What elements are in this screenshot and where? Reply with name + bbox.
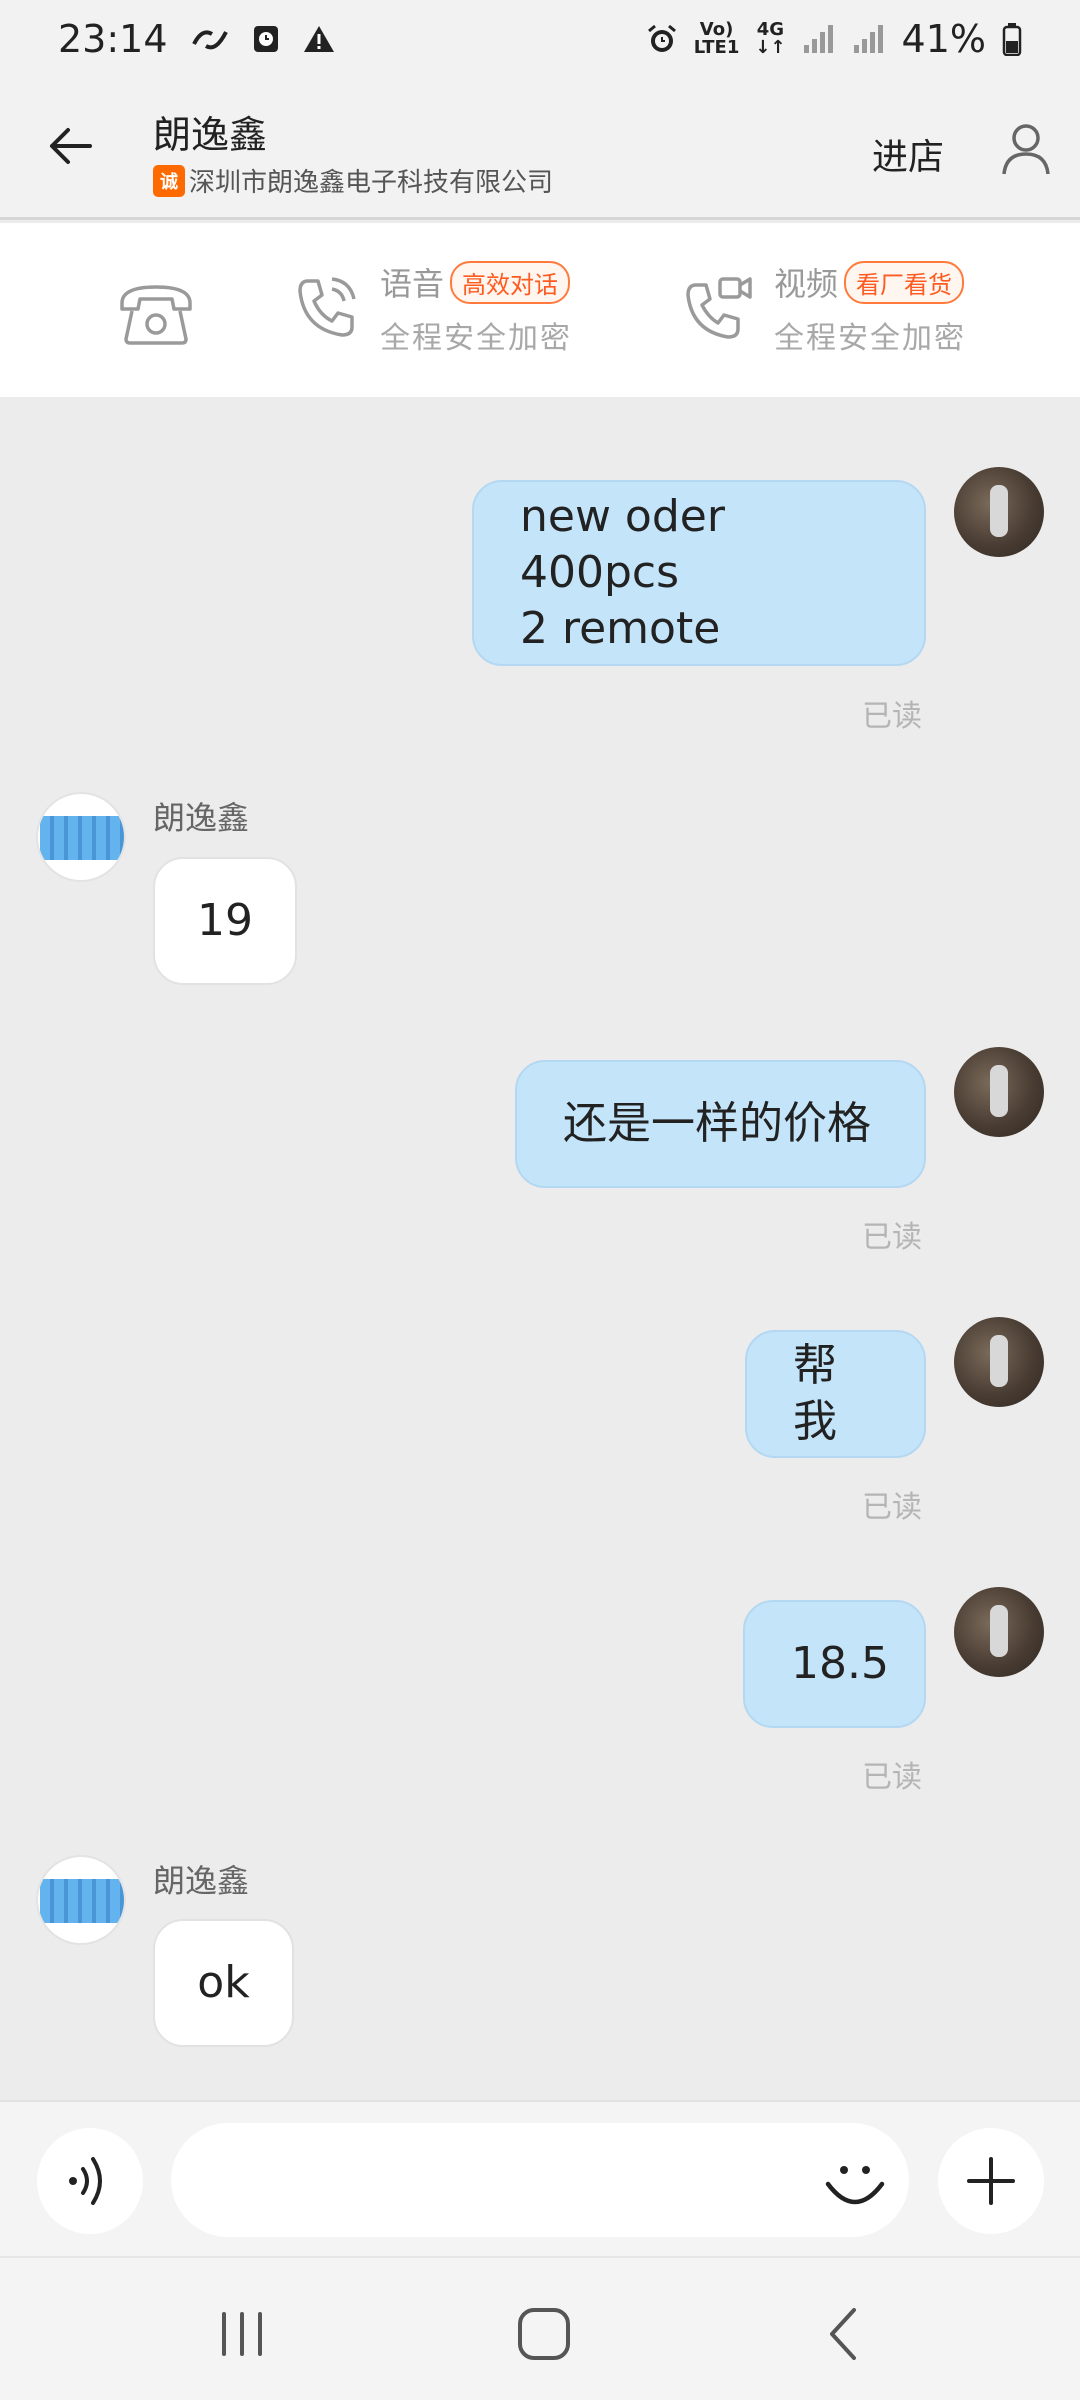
my-avatar[interactable] — [954, 467, 1044, 557]
trust-badge-icon: 诚 — [153, 164, 185, 197]
alarm-icon — [647, 24, 676, 52]
message-text: new oder 400pcs — [520, 491, 725, 598]
voice-input-button[interactable] — [37, 2128, 143, 2234]
back-arrow-icon[interactable] — [40, 116, 100, 176]
message-text: 19 — [197, 895, 253, 946]
voice-call-icon — [298, 277, 356, 337]
warning-icon — [303, 26, 334, 52]
shop-avatar[interactable] — [36, 792, 126, 882]
chat-message-list[interactable]: new oder 400pcs 2 remote 已读 朗逸鑫 19 还是一样的… — [0, 397, 1080, 2097]
shop-avatar[interactable] — [36, 1855, 126, 1945]
read-receipt: 已读 — [862, 1220, 922, 1255]
telephone-icon[interactable] — [116, 281, 196, 347]
read-receipt: 已读 — [862, 1490, 922, 1525]
voice-call-line: 语音 高效对话 — [380, 259, 572, 305]
plus-icon — [967, 2157, 1015, 2205]
clock-app-icon — [253, 26, 278, 52]
chat-header: 朗逸鑫 诚 深圳市朗逸鑫电子科技有限公司 进店 — [0, 78, 1080, 220]
video-call-sub: 全程安全加密 — [774, 321, 966, 356]
message-text: 18.5 — [791, 1638, 889, 1689]
my-avatar[interactable] — [954, 1047, 1044, 1137]
message-bubble-incoming[interactable]: 19 — [153, 857, 297, 985]
message-bubble-outgoing[interactable]: 帮我 — [745, 1330, 926, 1458]
video-call-label: 视频 — [774, 265, 839, 303]
lte-icon: Vo) LTE1 — [694, 21, 740, 57]
status-left: 23:14 — [58, 17, 336, 61]
data-arrows-icon: 4G ↓↑ — [755, 21, 785, 57]
sender-name: 朗逸鑫 — [153, 799, 250, 837]
read-receipt: 已读 — [862, 699, 922, 734]
message-bubble-outgoing[interactable]: 18.5 — [743, 1600, 926, 1728]
system-nav-bar — [0, 2256, 1080, 2400]
more-options-button[interactable] — [938, 2128, 1044, 2234]
message-text: ok — [197, 1957, 250, 2008]
video-call-text: 视频 看厂看货 全程安全加密 — [774, 259, 966, 357]
signal-icon — [803, 25, 833, 53]
voice-call-text: 语音 高效对话 全程安全加密 — [380, 259, 572, 357]
sender-name: 朗逸鑫 — [153, 1862, 250, 1900]
profile-icon[interactable] — [996, 118, 1056, 178]
battery-percent: 41% — [901, 17, 986, 61]
message-bubble-outgoing[interactable]: 还是一样的价格 — [515, 1060, 926, 1188]
video-call-tag: 看厂看货 — [844, 260, 965, 304]
company-subtitle: 诚 深圳市朗逸鑫电子科技有限公司 — [153, 162, 553, 199]
enter-store-button[interactable]: 进店 — [872, 128, 944, 180]
home-icon[interactable] — [512, 2302, 576, 2366]
back-nav-icon[interactable] — [814, 2302, 878, 2366]
video-call-button[interactable]: 视频 看厂看货 全程安全加密 — [684, 260, 966, 356]
message-text: 2 remote — [520, 603, 721, 654]
status-right: Vo) LTE1 4G ↓↑ 41% — [646, 17, 1022, 61]
emoji-icon[interactable] — [820, 2148, 890, 2218]
video-call-line: 视频 看厂看货 — [774, 259, 966, 305]
status-time: 23:14 — [58, 17, 168, 61]
recent-apps-icon[interactable] — [210, 2302, 274, 2366]
message-text: 还是一样的价格 — [563, 1098, 871, 1149]
my-avatar[interactable] — [954, 1317, 1044, 1407]
page-title: 朗逸鑫 — [153, 113, 268, 157]
message-bubble-incoming[interactable]: ok — [153, 1919, 294, 2047]
network-lte: LTE1 — [693, 37, 740, 58]
link-icon — [191, 30, 228, 50]
signal-icon — [853, 25, 883, 53]
battery-icon — [1002, 23, 1022, 56]
voice-call-label: 语音 — [380, 265, 445, 303]
video-call-icon — [686, 277, 752, 339]
my-avatar[interactable] — [954, 1587, 1044, 1677]
voice-call-sub: 全程安全加密 — [380, 321, 572, 356]
message-text: 帮我 — [793, 1340, 837, 1447]
status-bar: 23:14 Vo) LTE1 4G ↓↑ 41% — [0, 0, 1080, 78]
call-options-bar: 语音 高效对话 全程安全加密 视频 看厂看货 全程安全加密 — [0, 223, 1080, 397]
message-bubble-outgoing[interactable]: new oder 400pcs 2 remote — [472, 480, 926, 666]
message-input-bar — [0, 2100, 1080, 2256]
company-name: 深圳市朗逸鑫电子科技有限公司 — [189, 168, 554, 198]
voice-call-button[interactable]: 语音 高效对话 全程安全加密 — [294, 260, 572, 356]
data-arrows-glyph: ↓↑ — [755, 37, 786, 58]
voice-call-tag: 高效对话 — [450, 260, 571, 304]
message-input[interactable] — [171, 2123, 909, 2237]
read-receipt: 已读 — [862, 1760, 922, 1795]
voice-wave-icon — [69, 2157, 102, 2205]
